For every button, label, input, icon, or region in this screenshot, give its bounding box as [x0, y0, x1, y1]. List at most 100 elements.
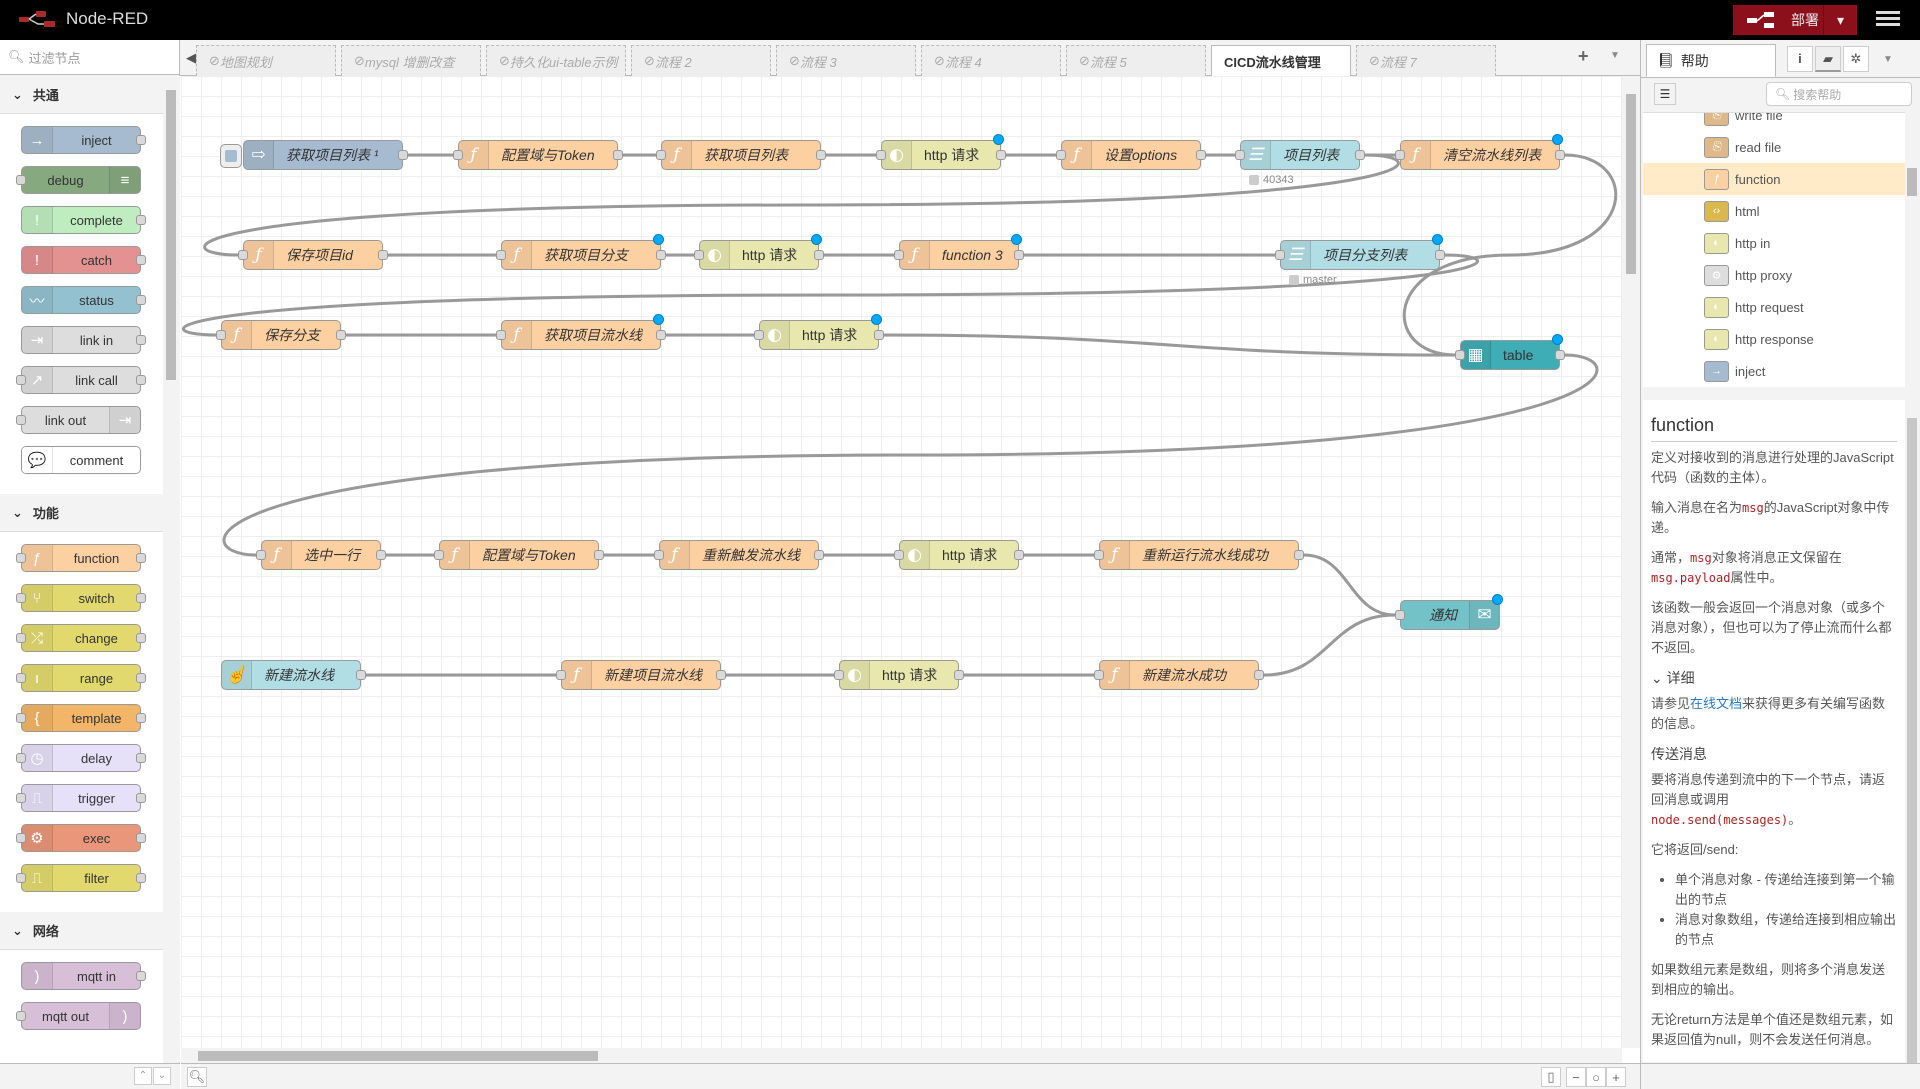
output-port[interactable]	[1014, 550, 1024, 560]
palette-node-comment[interactable]: 💬 comment	[21, 446, 141, 474]
output-port[interactable]	[1555, 350, 1565, 360]
palette-node-filter[interactable]: ⎍ filter	[16, 864, 146, 892]
output-port[interactable]	[996, 150, 1006, 160]
details-section-toggle[interactable]: ⌄ 详细	[1651, 668, 1897, 688]
wire[interactable]	[222, 353, 1599, 557]
help-tree-item[interactable]: ◐ http response	[1643, 323, 1905, 355]
help-content-scrollbar[interactable]	[1905, 400, 1919, 1078]
tab-flow[interactable]: ⊘ 流程 7	[1356, 45, 1496, 76]
palette-node-switch[interactable]: ⑂ switch	[16, 584, 146, 612]
flow-node[interactable]: ƒ 配置域与Token	[453, 140, 623, 170]
add-flow-plus-icon[interactable]: +	[1578, 46, 1589, 67]
palette-node-inject[interactable]: → inject	[21, 126, 146, 154]
flow-node[interactable]: ƒ 保存分支	[216, 320, 346, 350]
palette-category-header[interactable]: ⌄ 功能	[0, 494, 163, 532]
flow-node[interactable]: 通知 ✉	[1395, 594, 1503, 630]
flow-node[interactable]: ☰ 项目分支列表 master	[1275, 234, 1445, 286]
tab-list-caret-icon[interactable]: ▼	[1610, 50, 1620, 61]
flow-node[interactable]: ƒ 选中一行	[256, 540, 386, 570]
palette-node-debug[interactable]: debug ≡	[16, 166, 141, 194]
palette-node-link-out[interactable]: link out ⇥	[16, 406, 141, 434]
palette-filter-input[interactable]: 🔍︎ 过滤节点	[0, 40, 179, 75]
help-book-icon[interactable]: ▰	[1815, 46, 1841, 72]
help-tree-item[interactable]: ◐ http in	[1643, 227, 1905, 259]
flow-node[interactable]: ƒ 获取项目列表	[656, 140, 826, 170]
output-port[interactable]	[136, 593, 146, 603]
output-port[interactable]	[1014, 250, 1024, 260]
help-search-input[interactable]: 🔍︎ 搜索帮助	[1766, 82, 1912, 106]
palette-node-exec[interactable]: ⚙ exec	[16, 824, 146, 852]
palette-node-range[interactable]: ı range	[16, 664, 146, 692]
input-port[interactable]	[894, 550, 904, 560]
output-port[interactable]	[136, 833, 146, 843]
output-port[interactable]	[816, 150, 826, 160]
input-port[interactable]	[256, 550, 266, 560]
input-port[interactable]	[894, 250, 904, 260]
flow-node[interactable]: ◐ http 请求	[876, 134, 1006, 170]
output-port[interactable]	[613, 150, 623, 160]
palette-node-change[interactable]: ⤮ change	[16, 624, 146, 652]
output-port[interactable]	[594, 550, 604, 560]
tab-flow[interactable]: ⊘ 流程 5	[1066, 45, 1206, 76]
input-port[interactable]	[16, 673, 26, 683]
flow-canvas[interactable]: ⇨ 获取项目列表 ¹ ƒ 配置域与Token ƒ 获取项目列表 ◐ http 请求 ƒ 设置opt…	[181, 76, 1622, 1048]
help-tree-item[interactable]: ⎘ write file	[1643, 113, 1905, 131]
expand-all-icon[interactable]: ⌄	[153, 1067, 171, 1085]
search-flows-icon[interactable]: 🔍︎	[187, 1067, 207, 1087]
flow-node[interactable]: ◐ http 请求	[834, 660, 964, 690]
help-tree-item[interactable]: → inject	[1643, 355, 1905, 387]
palette-node-link-call[interactable]: ↗ link call	[16, 366, 146, 394]
output-port[interactable]	[1435, 250, 1445, 260]
input-port[interactable]	[238, 250, 248, 260]
palette-node-delay[interactable]: ◷ delay	[16, 744, 146, 772]
deploy-button[interactable]: 部署 ▾	[1733, 5, 1857, 35]
toggle-palette-caret-icon[interactable]: ◀	[186, 50, 196, 66]
input-port[interactable]	[16, 633, 26, 643]
tab-flow[interactable]: ⊘ mysql 增删改查	[341, 45, 481, 76]
input-port[interactable]	[496, 250, 506, 260]
input-port[interactable]	[1455, 350, 1465, 360]
flow-node[interactable]: ƒ 设置options	[1056, 140, 1206, 170]
output-port[interactable]	[136, 255, 146, 265]
input-port[interactable]	[434, 550, 444, 560]
inject-trigger-button[interactable]	[220, 144, 242, 168]
input-port[interactable]	[1235, 150, 1245, 160]
output-port[interactable]	[1555, 150, 1565, 160]
flow-node[interactable]: ƒ 新建流水成功	[1094, 660, 1264, 690]
tab-flow[interactable]: CICD流水线管理	[1211, 45, 1351, 77]
output-port[interactable]	[136, 713, 146, 723]
palette-node-function[interactable]: ƒ function	[16, 544, 146, 572]
palette-category-header[interactable]: ⌄ 网络	[0, 912, 163, 950]
input-port[interactable]	[496, 330, 506, 340]
output-port[interactable]	[814, 250, 824, 260]
output-port[interactable]	[1294, 550, 1304, 560]
tab-flow[interactable]: ⊘ 流程 2	[631, 45, 771, 76]
input-port[interactable]	[1275, 250, 1285, 260]
input-port[interactable]	[754, 330, 764, 340]
zoom-in-icon[interactable]: +	[1606, 1067, 1626, 1087]
output-port[interactable]	[1254, 670, 1264, 680]
wire[interactable]	[1263, 613, 1396, 677]
input-port[interactable]	[16, 793, 26, 803]
input-port[interactable]	[16, 375, 26, 385]
input-port[interactable]	[694, 250, 704, 260]
output-port[interactable]	[136, 873, 146, 883]
flow-node[interactable]: ◐ http 请求	[754, 314, 884, 350]
output-port[interactable]	[136, 673, 146, 683]
output-port[interactable]	[378, 250, 388, 260]
output-port[interactable]	[814, 550, 824, 560]
wire[interactable]	[883, 333, 1456, 357]
help-tree-item[interactable]: ƒ function	[1643, 163, 1905, 195]
input-port[interactable]	[1395, 610, 1405, 620]
output-port[interactable]	[136, 135, 146, 145]
collapse-all-icon[interactable]: ⌃	[134, 1067, 152, 1085]
flow-node[interactable]: ƒ 获取项目流水线	[496, 314, 666, 350]
output-port[interactable]	[136, 215, 146, 225]
output-port[interactable]	[376, 550, 386, 560]
output-port[interactable]	[136, 971, 146, 981]
flow-node[interactable]: ƒ 保存项目id	[238, 240, 388, 270]
output-port[interactable]	[356, 670, 366, 680]
input-port[interactable]	[16, 833, 26, 843]
input-port[interactable]	[16, 175, 26, 185]
flow-node[interactable]: ƒ 清空流水线列表	[1395, 134, 1565, 170]
